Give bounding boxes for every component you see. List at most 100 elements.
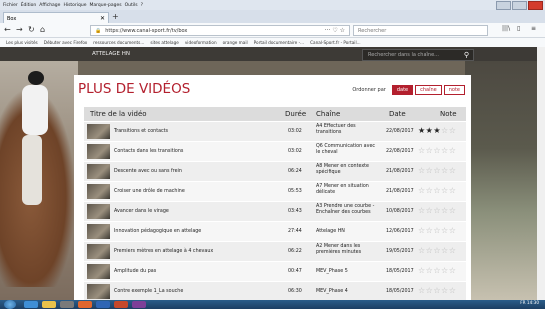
table-row[interactable]: Contacts dans les transitions 03:02 Q6 Com… — [84, 142, 466, 162]
video-thumbnail[interactable] — [87, 264, 110, 279]
back-icon[interactable]: ← — [4, 25, 11, 34]
star-icon[interactable]: ☆ — [418, 226, 426, 235]
star-icon[interactable]: ☆ — [449, 186, 457, 195]
forward-icon[interactable]: → — [16, 25, 23, 34]
table-row[interactable]: Amplitude du pas 00:47 MEV_Phase 5 18/05/20… — [84, 262, 466, 282]
star-icon[interactable]: ☆ — [433, 266, 441, 275]
rating-stars[interactable]: ☆☆☆☆☆ — [418, 226, 456, 235]
star-icon[interactable]: ☆ — [433, 246, 441, 255]
star-icon[interactable]: ☆ — [441, 246, 449, 255]
star-icon[interactable]: ☆ — [433, 206, 441, 215]
star-icon[interactable]: ☆ — [418, 286, 426, 295]
page-actions-icon[interactable]: ··· ♡ ☆ — [325, 27, 345, 34]
minimize-button[interactable] — [496, 1, 511, 10]
page-scrollbar[interactable] — [537, 47, 545, 300]
star-icon[interactable]: ☆ — [441, 126, 449, 135]
video-title[interactable]: Croiser une drôle de machine — [114, 189, 185, 194]
rating-stars[interactable]: ☆☆☆☆☆ — [418, 146, 456, 155]
video-title[interactable]: Transitions et contacts — [114, 129, 168, 134]
star-icon[interactable]: ☆ — [441, 166, 449, 175]
menu-item[interactable]: Affichage — [39, 3, 60, 8]
video-title[interactable]: Descente avec ou sans frein — [114, 169, 182, 174]
rating-stars[interactable]: ☆☆☆☆☆ — [418, 246, 456, 255]
table-row[interactable]: Avancer dans le virage 03:43 A3 Prendre un… — [84, 202, 466, 222]
star-icon[interactable]: ☆ — [449, 146, 457, 155]
star-icon[interactable]: ☆ — [418, 186, 426, 195]
menu-item[interactable]: Édition — [21, 3, 37, 8]
star-icon[interactable]: ☆ — [418, 206, 426, 215]
table-row[interactable]: Descente avec ou sans frein 06:24 A8 Mener… — [84, 162, 466, 182]
video-title[interactable]: Contacts dans les transitions — [114, 149, 183, 154]
video-thumbnail[interactable] — [87, 244, 110, 259]
star-icon[interactable]: ☆ — [433, 166, 441, 175]
star-icon[interactable]: ☆ — [418, 166, 426, 175]
menu-item[interactable]: Fichier — [3, 3, 18, 8]
menu-item[interactable]: Outils — [125, 3, 138, 8]
star-icon[interactable]: ☆ — [418, 266, 426, 275]
bookmark-item[interactable]: ressources documents... — [93, 40, 144, 45]
video-thumbnail[interactable] — [87, 224, 110, 239]
bookmark-item[interactable]: sites attelage — [150, 40, 178, 45]
star-icon[interactable]: ☆ — [449, 266, 457, 275]
order-date-button[interactable]: date — [391, 85, 414, 95]
rating-stars[interactable]: ☆☆☆☆☆ — [418, 186, 456, 195]
word-taskbar-icon[interactable] — [96, 301, 110, 308]
order-note-button[interactable]: note — [443, 85, 465, 95]
video-title[interactable]: Avancer dans le virage — [114, 209, 169, 214]
star-icon[interactable]: ★ — [433, 126, 441, 135]
video-title[interactable]: Amplitude du pas — [114, 269, 156, 274]
sidebar-icon[interactable]: ▯ — [517, 25, 520, 32]
site-search-input[interactable]: Rechercher dans la chaîne... ⚲ — [362, 49, 474, 61]
reload-icon[interactable]: ↻ — [28, 25, 35, 34]
video-thumbnail[interactable] — [87, 184, 110, 199]
maximize-button[interactable] — [512, 1, 527, 10]
rating-stars[interactable]: ☆☆☆☆☆ — [418, 266, 456, 275]
star-icon[interactable]: ☆ — [441, 146, 449, 155]
star-icon[interactable]: ☆ — [441, 266, 449, 275]
star-icon[interactable]: ☆ — [449, 246, 457, 255]
star-icon[interactable]: ☆ — [449, 126, 457, 135]
menu-item[interactable]: Historique — [63, 3, 86, 8]
rating-stars[interactable]: ★★★☆☆ — [418, 126, 456, 135]
library-icon[interactable]: |||\ — [502, 25, 510, 32]
browser-search-input[interactable]: Rechercher — [353, 25, 488, 36]
star-icon[interactable]: ☆ — [433, 286, 441, 295]
media-taskbar-icon[interactable] — [60, 301, 74, 308]
video-thumbnail[interactable] — [87, 204, 110, 219]
bookmark-item[interactable]: Les plus visités — [6, 40, 38, 45]
star-icon[interactable]: ★ — [418, 126, 426, 135]
order-chain-button[interactable]: chaîne — [415, 85, 442, 95]
rating-stars[interactable]: ☆☆☆☆☆ — [418, 286, 456, 295]
site-brand[interactable]: ATTELAGE HN — [92, 51, 130, 57]
table-row[interactable]: Innovation pédagogique en attelage 27:44 A… — [84, 222, 466, 242]
star-icon[interactable]: ☆ — [433, 146, 441, 155]
bookmark-item[interactable]: Canal-Sport.fr - Portail... — [310, 40, 361, 45]
start-button[interactable] — [4, 300, 16, 309]
ie-taskbar-icon[interactable] — [24, 301, 38, 308]
star-icon[interactable]: ☆ — [449, 206, 457, 215]
video-thumbnail[interactable] — [87, 144, 110, 159]
star-icon[interactable]: ☆ — [433, 186, 441, 195]
video-title[interactable]: Contre exemple 1_La souche — [114, 289, 183, 294]
onenote-taskbar-icon[interactable] — [132, 301, 146, 308]
explorer-taskbar-icon[interactable] — [42, 301, 56, 308]
video-title[interactable]: Premiers mètres en attelage à 4 chevaux — [114, 249, 213, 254]
home-icon[interactable]: ⌂ — [40, 25, 45, 34]
bookmark-item[interactable]: orange mail — [223, 40, 248, 45]
star-icon[interactable]: ☆ — [441, 206, 449, 215]
new-tab-icon[interactable]: + — [112, 12, 119, 21]
bookmark-item[interactable]: Portail documentaire -... — [254, 40, 304, 45]
close-window-button[interactable] — [528, 1, 543, 10]
star-icon[interactable]: ☆ — [449, 166, 457, 175]
menu-item[interactable]: Marque-pages — [90, 3, 122, 8]
star-icon[interactable]: ☆ — [449, 286, 457, 295]
url-bar[interactable]: 🔒 https://www.canal-sport.fr/tv/box ··· … — [90, 25, 350, 36]
video-thumbnail[interactable] — [87, 284, 110, 299]
table-row[interactable]: Transitions et contacts 03:02 A4 Effectuer… — [84, 122, 466, 142]
menu-icon[interactable]: ≡ — [531, 25, 536, 32]
bookmark-item[interactable]: Débuter avec Firefox — [44, 40, 88, 45]
table-row[interactable]: Croiser une drôle de machine 05:53 A7 Mene… — [84, 182, 466, 202]
star-icon[interactable]: ☆ — [441, 286, 449, 295]
rating-stars[interactable]: ☆☆☆☆☆ — [418, 166, 456, 175]
table-row[interactable]: Premiers mètres en attelage à 4 chevaux 0… — [84, 242, 466, 262]
